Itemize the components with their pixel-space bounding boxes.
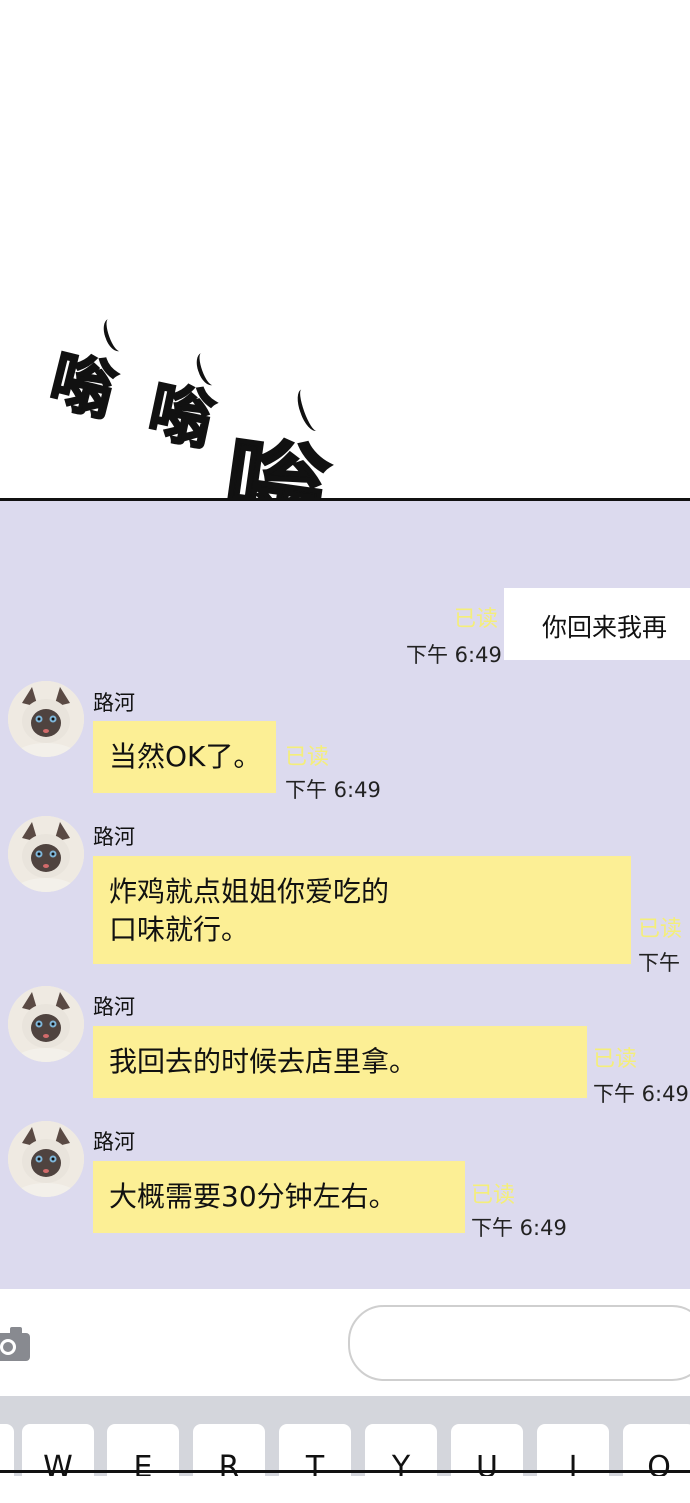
panel-border (0, 1470, 690, 1473)
camera-button[interactable] (0, 1325, 30, 1361)
sender-name: 路河 (93, 995, 135, 1019)
cat-avatar-icon (8, 986, 84, 1062)
incoming-message-bubble[interactable]: 我回去的时候去店里拿。 (93, 1026, 587, 1098)
message-text-line: 大概需要30分钟左右。 (109, 1180, 397, 1213)
read-receipt: 已读 (454, 607, 499, 632)
key-e[interactable]: E (107, 1424, 179, 1476)
read-receipt: 已读 (285, 745, 330, 770)
outgoing-message-bubble[interactable]: 你回来我再 (504, 588, 690, 660)
incoming-message-bubble[interactable]: 当然OK了。 (93, 721, 276, 793)
key-q[interactable]: Q (0, 1424, 14, 1476)
message-time: 下午 6:49 (471, 1216, 567, 1240)
read-receipt: 已读 (593, 1047, 638, 1072)
message-text-line: 我回去的时候去店里拿。 (109, 1045, 418, 1078)
cat-avatar-icon (8, 1121, 84, 1197)
key-y[interactable]: Y (365, 1424, 437, 1476)
incoming-message-bubble[interactable]: 炸鸡就点姐姐你爱吃的 口味就行。 (93, 856, 631, 964)
message-time: 下午 6:49 (285, 778, 381, 802)
avatar[interactable] (8, 986, 84, 1062)
sender-name: 路河 (93, 825, 135, 849)
cat-avatar-icon (8, 816, 84, 892)
message-input[interactable] (348, 1305, 690, 1381)
read-receipt: 已读 (638, 917, 683, 942)
key-r[interactable]: R (193, 1424, 265, 1476)
phone-screen: 已读 下午 6:49 你回来我再 路河 当然OK了。 已读 下午 6:49 路河… (0, 498, 690, 1476)
key-w[interactable]: W (22, 1424, 94, 1476)
sender-name: 路河 (93, 1130, 135, 1154)
message-text-line: 炸鸡就点姐姐你爱吃的 (109, 875, 390, 908)
message-input-bar (0, 1289, 690, 1396)
message-time: 下午 (638, 951, 680, 975)
outgoing-message-text: 你回来我再 (542, 613, 668, 642)
message-text-line: 口味就行。 (109, 913, 250, 946)
key-t[interactable]: T (279, 1424, 351, 1476)
sender-name: 路河 (93, 691, 135, 715)
read-receipt: 已读 (471, 1183, 516, 1208)
cat-avatar-icon (8, 681, 84, 757)
message-time: 下午 6:49 (406, 643, 502, 667)
key-o[interactable]: O (623, 1424, 690, 1476)
camera-icon (0, 1327, 30, 1361)
message-time: 下午 6:49 (593, 1082, 689, 1106)
avatar[interactable] (8, 1121, 84, 1197)
key-i[interactable]: I (537, 1424, 609, 1476)
message-text-line: 当然OK了。 (109, 740, 262, 773)
avatar[interactable] (8, 816, 84, 892)
incoming-message-bubble[interactable]: 大概需要30分钟左右。 (93, 1161, 465, 1233)
keyboard: Q W E R T Y U I O (0, 1396, 690, 1476)
chat-area[interactable]: 已读 下午 6:49 你回来我再 路河 当然OK了。 已读 下午 6:49 路河… (0, 501, 690, 1289)
key-u[interactable]: U (451, 1424, 523, 1476)
avatar[interactable] (8, 681, 84, 757)
